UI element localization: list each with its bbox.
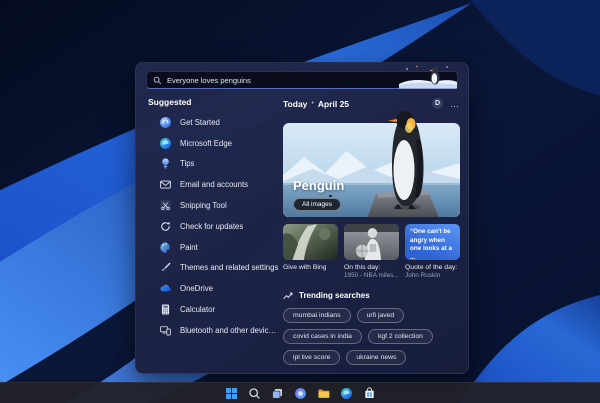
card-caption: Quote of the day: <box>405 264 458 271</box>
today-separator: • <box>311 100 314 107</box>
hero-title: Penguin <box>293 178 345 193</box>
sidebar-item-themes-settings[interactable]: Themes and related settings <box>148 258 279 279</box>
card-caption: On this day: <box>344 264 381 271</box>
cortana-icon <box>294 387 306 399</box>
penguin-figure <box>385 111 424 210</box>
search-flyout-panel: Suggested Get Started Microsoft Edge <box>135 62 469 374</box>
suggested-section: Suggested Get Started Microsoft Edge Tip… <box>148 89 279 365</box>
trending-pill[interactable]: covid cases in india <box>283 328 362 344</box>
sidebar-item-label: Calculator <box>180 305 216 315</box>
sidebar-item-paint[interactable]: Paint <box>148 237 279 258</box>
sidebar-item-label: Bluetooth and other devices sett... <box>180 325 279 335</box>
sidebar-item-label: Paint <box>180 242 198 252</box>
sidebar-item-label: Snipping Tool <box>180 201 227 211</box>
quote-text: “One can't be angry when one looks at a … <box>410 228 452 260</box>
sidebar-item-label: Check for updates <box>180 221 244 231</box>
sidebar-item-onedrive[interactable]: OneDrive <box>148 278 279 299</box>
sidebar-item-get-started[interactable]: Get Started <box>148 112 279 133</box>
windows-logo-icon <box>225 387 237 399</box>
give-with-bing-photo <box>283 224 338 260</box>
sidebar-item-label: Themes and related settings <box>180 263 279 273</box>
card-give-with-bing[interactable]: Give with Bing <box>283 224 338 281</box>
today-label[interactable]: Today <box>283 99 307 109</box>
search-box[interactable] <box>146 65 458 89</box>
store-button[interactable] <box>362 386 377 401</box>
sidebar-item-tips[interactable]: Tips <box>148 154 279 175</box>
card-caption: Give with Bing <box>283 264 327 271</box>
trending-heading: Trending searches <box>299 291 370 300</box>
card-quote-of-the-day[interactable]: “One can't be angry when one looks at a … <box>405 224 460 281</box>
search-icon <box>153 76 162 84</box>
suggested-heading: Suggested <box>148 97 192 107</box>
edge-button[interactable] <box>339 386 354 401</box>
themes-icon <box>158 261 172 275</box>
today-date: April 25 <box>317 98 350 109</box>
microsoft-store-icon <box>364 386 374 398</box>
sidebar-item-label: Microsoft Edge <box>180 138 233 148</box>
bluetooth-devices-icon <box>158 323 172 337</box>
file-explorer-icon <box>317 388 329 398</box>
trending-pill[interactable]: kgf 2 collection <box>367 328 433 344</box>
card-subcaption: 1950 - NBA miles... <box>344 272 399 280</box>
search-input[interactable] <box>167 75 457 85</box>
on-this-day-photo <box>344 224 399 260</box>
sidebar-item-label: Tips <box>180 159 195 169</box>
search-icon <box>248 387 260 399</box>
sidebar-item-label: Get Started <box>180 117 220 127</box>
taskbar-search-button[interactable] <box>247 386 262 401</box>
snipping-tool-icon <box>158 199 172 213</box>
tips-icon <box>158 157 172 171</box>
task-view-button[interactable] <box>270 386 285 401</box>
all-images-button[interactable]: All images <box>293 198 341 211</box>
quote-card: “One can't be angry when one looks at a … <box>405 224 460 260</box>
carousel-dot <box>329 194 332 197</box>
check-updates-icon <box>158 219 172 233</box>
calculator-icon <box>158 303 172 317</box>
get-started-icon <box>158 115 172 129</box>
sidebar-item-label: OneDrive <box>180 284 213 294</box>
card-subcaption: John Ruskin <box>405 272 441 280</box>
trending-pill[interactable]: mumbai indians <box>283 307 351 323</box>
profile-badge[interactable]: D <box>432 98 443 109</box>
more-options-button[interactable]: … <box>450 99 460 108</box>
sidebar-item-calculator[interactable]: Calculator <box>148 299 279 320</box>
microsoft-edge-icon <box>340 387 352 399</box>
taskbar <box>0 382 600 403</box>
trending-pill[interactable]: ipl live score <box>283 349 341 365</box>
paint-icon <box>158 240 172 254</box>
sidebar-item-email-accounts[interactable]: Email and accounts <box>148 174 279 195</box>
card-on-this-day[interactable]: On this day: 1950 - NBA miles... <box>344 224 399 281</box>
file-explorer-button[interactable] <box>316 386 331 401</box>
sidebar-item-bluetooth-devices[interactable]: Bluetooth and other devices sett... <box>148 320 279 341</box>
email-icon <box>158 178 172 192</box>
microsoft-edge-icon <box>158 136 172 150</box>
onedrive-icon <box>158 282 172 296</box>
trending-pill[interactable]: urfi javed <box>356 307 405 323</box>
sidebar-item-snipping-tool[interactable]: Snipping Tool <box>148 195 279 216</box>
cortana-button[interactable] <box>293 386 308 401</box>
sidebar-item-check-updates[interactable]: Check for updates <box>148 216 279 237</box>
task-view-icon <box>271 388 282 399</box>
trending-pill[interactable]: ukraine news <box>346 349 407 365</box>
today-feed: Today • April 25 D … Penguin All images … <box>279 89 460 365</box>
hero-card-penguin[interactable]: Penguin All images <box>283 111 460 217</box>
sidebar-item-microsoft-edge[interactable]: Microsoft Edge <box>148 133 279 154</box>
sidebar-item-label: Email and accounts <box>180 180 249 190</box>
trending-icon <box>283 292 293 299</box>
start-button[interactable] <box>224 386 239 401</box>
